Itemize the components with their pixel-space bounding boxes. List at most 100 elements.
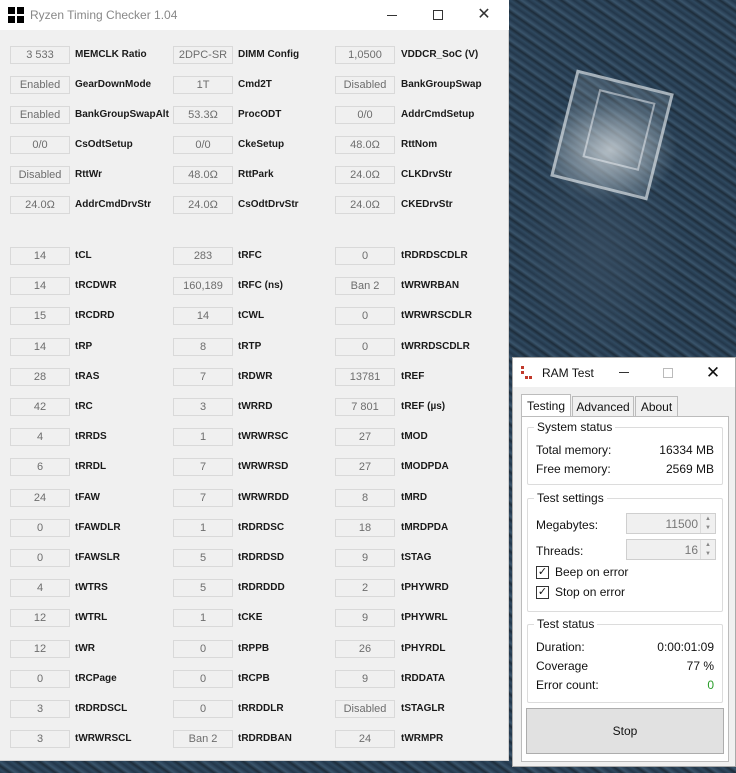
timing-label: tRDDATA (401, 672, 446, 684)
megabytes-stepper[interactable]: 11500 ▲ ▼ (626, 513, 716, 534)
value-field: 48.0Ω (335, 136, 395, 154)
tab-advanced[interactable]: Advanced (572, 396, 634, 417)
minimize-icon (619, 372, 629, 373)
chevron-down-icon[interactable]: ▼ (705, 525, 711, 531)
value-field: 8 (335, 488, 395, 507)
value-field: 0 (10, 518, 70, 537)
close-icon: ✕ (477, 6, 491, 23)
tab-testing[interactable]: Testing (521, 394, 571, 417)
value-field: 2 (335, 579, 395, 598)
chevron-down-icon[interactable]: ▼ (705, 551, 711, 557)
timing-label: CsOdtDrvStr (238, 199, 299, 210)
chevron-up-icon[interactable]: ▲ (705, 516, 711, 522)
value-field: 0 (10, 549, 70, 567)
stop-button[interactable]: Stop (526, 708, 724, 754)
value-field: Ban 2 (335, 277, 395, 296)
value-field: 7 (173, 367, 233, 386)
value-field: 160,189 (173, 277, 233, 296)
timing-label: tRDRDSD (238, 552, 285, 563)
timing-label: tWRRDSCDLR (401, 340, 470, 352)
value-field: 27 (335, 428, 395, 447)
value-field: 0 (335, 247, 395, 265)
value-field: 42 (10, 398, 70, 416)
timing-label: tWRWRBAN (401, 280, 460, 292)
value-field: 3 (10, 730, 70, 749)
total-memory-value: 16334 MB (659, 443, 714, 457)
timing-label: tRDRDBAN (238, 733, 292, 745)
megabytes-label: Megabytes: (536, 518, 599, 532)
chevron-up-icon[interactable]: ▲ (705, 542, 711, 548)
timing-label: tRDRDSC (238, 521, 285, 533)
ram-minimize-button[interactable] (602, 358, 646, 387)
coverage-label: Coverage (536, 659, 589, 673)
timing-label: tRTP (238, 340, 262, 352)
stop-on-error-checkbox[interactable]: ✓ Stop on error (536, 585, 625, 599)
timing-label: tSTAGLR (401, 703, 445, 714)
timing-label: tRDWR (238, 370, 273, 382)
timing-label: tREF (401, 370, 425, 382)
free-memory-label: Free memory: (536, 462, 611, 476)
timing-label: tWRRD (238, 401, 273, 412)
value-field: 15 (10, 307, 70, 326)
timing-label: RttWr (75, 169, 103, 180)
value-field: 8 (173, 337, 233, 356)
timing-label: tWRWRSCL (75, 733, 132, 745)
stepper-arrows[interactable]: ▲ ▼ (700, 514, 715, 533)
ram-maximize-button[interactable] (646, 358, 690, 387)
ram-close-button[interactable]: ✕ (691, 358, 735, 387)
value-field: 1,0500 (335, 46, 395, 64)
value-field: 0 (173, 669, 233, 688)
threads-stepper[interactable]: 16 ▲ ▼ (626, 539, 716, 560)
timing-label: tRC (75, 401, 93, 412)
checkmark-icon[interactable]: ✓ (536, 565, 549, 579)
timing-label: tFAWSLR (75, 552, 120, 563)
group-title: System status (534, 420, 616, 434)
close-icon: ✕ (705, 362, 721, 382)
value-field: 7 (173, 458, 233, 477)
value-field: 14 (10, 277, 70, 296)
ryzen-timing-checker-window: Ryzen Timing Checker 1.04 ✕ 3 533 MEMCLK … (0, 0, 509, 761)
value-field: 4 (10, 428, 70, 447)
timing-label: CsOdtSetup (75, 139, 133, 150)
minimize-icon (387, 14, 397, 16)
value-field: Disabled (335, 76, 395, 94)
timing-label: tMODPDA (401, 461, 449, 473)
timing-label: BankGroupSwap (401, 79, 482, 90)
timing-label: tRCDRD (75, 310, 115, 322)
value-field: 283 (173, 247, 233, 265)
value-field: 26 (335, 639, 395, 658)
free-memory-value: 2569 MB (665, 462, 714, 476)
timing-label: tWRMPR (401, 733, 444, 745)
value-field: 24 (335, 730, 395, 749)
value-field: 53.3Ω (173, 106, 233, 124)
value-field: 27 (335, 458, 395, 477)
minimize-button[interactable] (369, 0, 415, 30)
test-status-group: Test status Duration: 0:00:01:09 Coverag… (527, 617, 723, 703)
maximize-button[interactable] (415, 0, 461, 30)
value-field: 13781 (335, 367, 395, 386)
value-field: 14 (173, 307, 233, 326)
tab-about[interactable]: About (635, 396, 678, 417)
timing-label: tRRDDLR (238, 703, 284, 714)
maximize-icon (433, 10, 443, 20)
checkmark-icon[interactable]: ✓ (536, 585, 549, 599)
timing-label: tWTRL (75, 612, 108, 624)
total-memory-label: Total memory: (536, 443, 612, 457)
value-field: 24.0Ω (173, 196, 233, 214)
main-titlebar[interactable]: Ryzen Timing Checker 1.04 ✕ (0, 0, 509, 30)
close-button[interactable]: ✕ (461, 0, 507, 30)
timing-label: tCKE (238, 612, 263, 624)
ram-test-titlebar[interactable]: RAM Test ✕ (513, 358, 735, 387)
value-field: 24.0Ω (10, 196, 70, 214)
timing-label: tRRDS (75, 431, 107, 443)
stepper-arrows[interactable]: ▲ ▼ (700, 540, 715, 559)
timing-label: GearDownMode (75, 79, 152, 90)
value-field: 0 (10, 669, 70, 688)
value-field: 5 (173, 579, 233, 598)
value-field: 0/0 (173, 136, 233, 154)
beep-on-error-checkbox[interactable]: ✓ Beep on error (536, 565, 628, 579)
value-field: Disabled (335, 700, 395, 718)
window-title: Ryzen Timing Checker 1.04 (30, 8, 178, 22)
value-field: 0 (335, 307, 395, 326)
timing-label: VDDCR_SoC (V) (401, 49, 479, 60)
